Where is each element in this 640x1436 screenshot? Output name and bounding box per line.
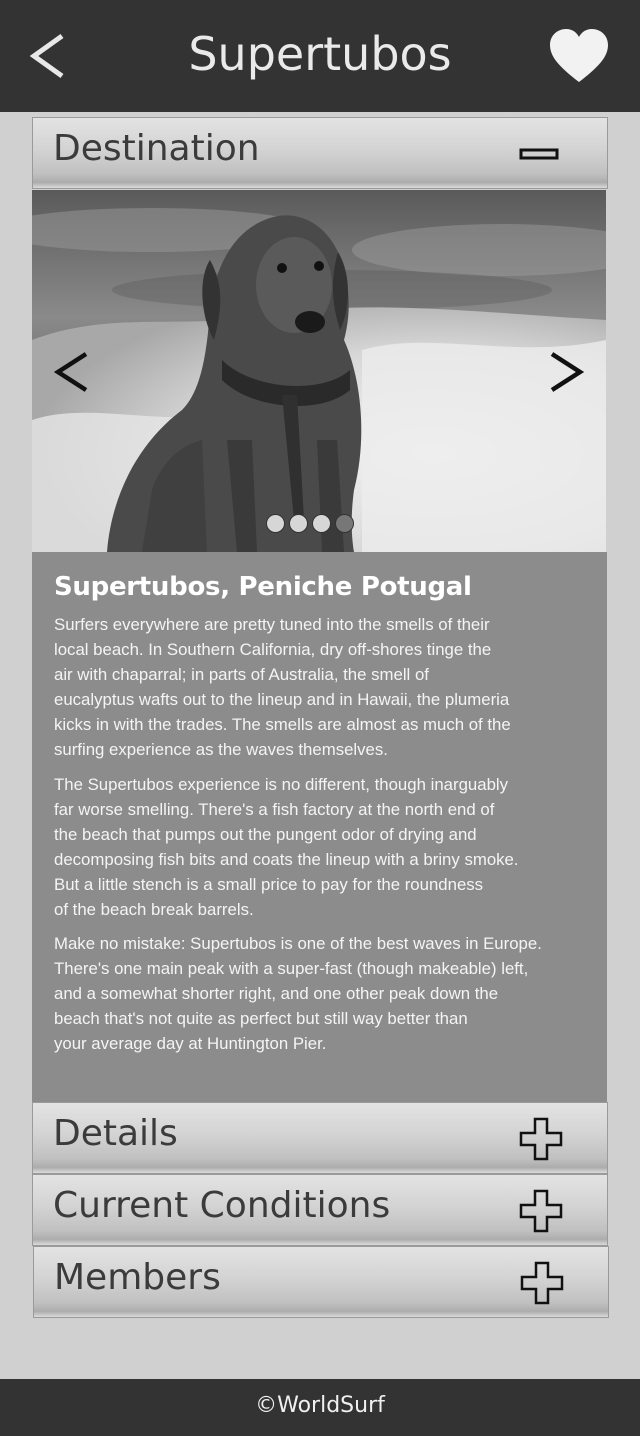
text-line: local beach. In Southern California, dry… [54,640,492,659]
text-line: There's one main peak with a super-fast … [54,959,529,978]
section-label-current-conditions: Current Conditions [53,1185,391,1226]
minus-icon[interactable] [519,132,563,176]
plus-icon[interactable] [519,1189,563,1233]
back-icon[interactable] [26,30,74,82]
carousel-next-icon[interactable] [542,348,586,396]
carousel-dot-4[interactable] [335,514,354,533]
section-header-details[interactable]: Details [32,1102,608,1174]
section-header-members[interactable]: Members [33,1246,609,1318]
photo-carousel[interactable] [32,190,606,552]
text-line: air with chaparral; in parts of Australi… [54,665,429,684]
carousel-image [32,190,606,552]
text-line: and a somewhat shorter right, and one ot… [54,984,499,1003]
footer-copyright: ©WorldSurf [255,1393,385,1418]
text-line: kicks in with the trades. The smells are… [54,715,511,734]
destination-heading: Supertubos, Peniche Potugal [54,572,472,602]
text-line: decomposing fish bits and coats the line… [54,850,519,869]
section-label-details: Details [53,1113,178,1154]
carousel-prev-icon[interactable] [52,348,96,396]
text-line: far worse smelling. There's a fish facto… [54,800,495,819]
text-line: of the beach break barrels. [54,900,254,919]
text-line: Make no mistake: Supertubos is one of th… [54,934,542,953]
plus-icon[interactable] [520,1261,564,1305]
text-line: surfing experience as the waves themselv… [54,740,388,759]
carousel-indicators [266,514,354,534]
text-line: beach that's not quite as perfect but st… [54,1009,468,1028]
plus-icon[interactable] [519,1117,563,1161]
carousel-dot-2[interactable] [289,514,308,533]
text-line: The Supertubos experience is no differen… [54,775,509,794]
section-header-current-conditions[interactable]: Current Conditions [32,1174,608,1246]
destination-content: Supertubos, Peniche Potugal Surfers ever… [32,552,607,1102]
text-line: eucalyptus wafts out to the lineup and i… [54,690,510,709]
footer: ©WorldSurf [0,1379,640,1436]
section-label-destination: Destination [53,128,260,169]
destination-paragraph-1: Surfers everywhere are pretty tuned into… [54,612,574,762]
carousel-dot-1[interactable] [266,514,285,533]
top-bar: Supertubos [0,0,640,112]
text-line: the beach that pumps out the pungent odo… [54,825,477,844]
text-line: Surfers everywhere are pretty tuned into… [54,615,490,634]
destination-paragraph-3: Make no mistake: Supertubos is one of th… [54,931,574,1056]
section-label-members: Members [54,1257,221,1298]
carousel-dot-3[interactable] [312,514,331,533]
destination-paragraph-2: The Supertubos experience is no differen… [54,772,574,922]
text-line: your average day at Huntington Pier. [54,1034,327,1053]
text-line: But a little stench is a small price to … [54,875,484,894]
page-title: Supertubos [188,27,452,81]
heart-icon[interactable] [548,28,610,84]
section-header-destination[interactable]: Destination [32,117,608,189]
